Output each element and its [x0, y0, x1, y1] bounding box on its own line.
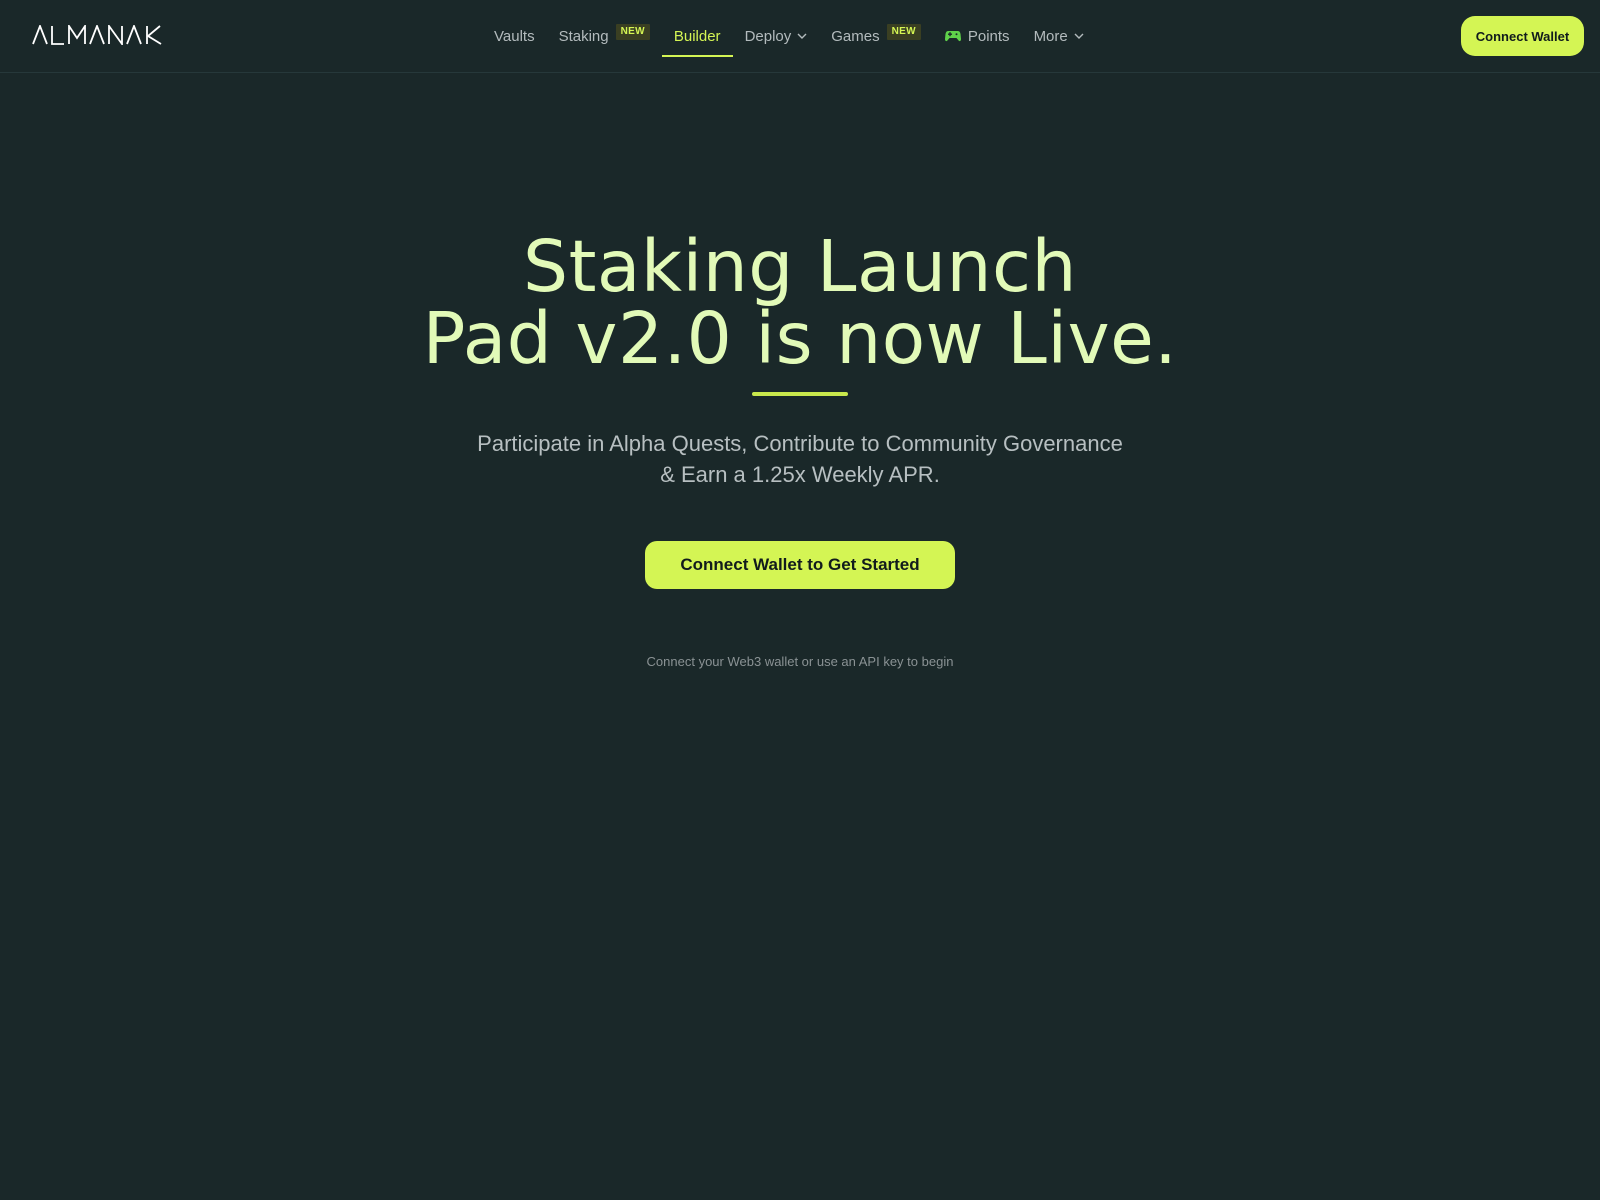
- top-navbar: Vaults Staking NEW Builder Deploy Games …: [0, 0, 1600, 73]
- nav-item-more[interactable]: More: [1022, 0, 1096, 72]
- nav-item-label: Builder: [673, 27, 721, 45]
- nav-item-label: More: [1033, 27, 1068, 45]
- chevron-down-icon: [797, 33, 807, 39]
- main-nav: Vaults Staking NEW Builder Deploy Games …: [482, 0, 1096, 72]
- almanak-wordmark: [32, 25, 162, 45]
- title-underline: [752, 392, 848, 396]
- connect-hint-text: Connect your Web3 wallet or use an API k…: [646, 654, 954, 669]
- hero-title-line-1: Staking Launch: [523, 225, 1077, 308]
- hero-subtitle-line-2: & Earn a 1.25x Weekly APR.: [660, 462, 940, 487]
- nav-item-staking[interactable]: Staking NEW: [547, 0, 662, 72]
- chevron-down-icon: [1074, 33, 1084, 39]
- connect-wallet-cta-button[interactable]: Connect Wallet to Get Started: [645, 541, 955, 589]
- nav-item-builder[interactable]: Builder: [661, 0, 733, 72]
- connect-wallet-button[interactable]: Connect Wallet: [1461, 16, 1584, 56]
- new-badge: NEW: [615, 23, 650, 40]
- gamepad-icon: [944, 30, 961, 42]
- nav-item-label: Vaults: [494, 27, 535, 45]
- nav-item-label: Games: [831, 27, 880, 45]
- nav-item-label: Staking: [558, 27, 609, 45]
- new-badge: NEW: [886, 23, 921, 40]
- nav-item-vaults[interactable]: Vaults: [482, 0, 547, 72]
- nav-item-deploy[interactable]: Deploy: [733, 0, 820, 72]
- nav-item-label: Deploy: [744, 27, 792, 45]
- hero-title-line-2: Pad v2.0 is now Live.: [422, 297, 1178, 380]
- nav-item-label: Points: [967, 27, 1010, 45]
- nav-item-games[interactable]: Games NEW: [819, 0, 933, 72]
- hero-subtitle-line-1: Participate in Alpha Quests, Contribute …: [477, 431, 1123, 456]
- nav-item-points[interactable]: Points: [933, 0, 1022, 72]
- almanak-logo[interactable]: [32, 24, 164, 46]
